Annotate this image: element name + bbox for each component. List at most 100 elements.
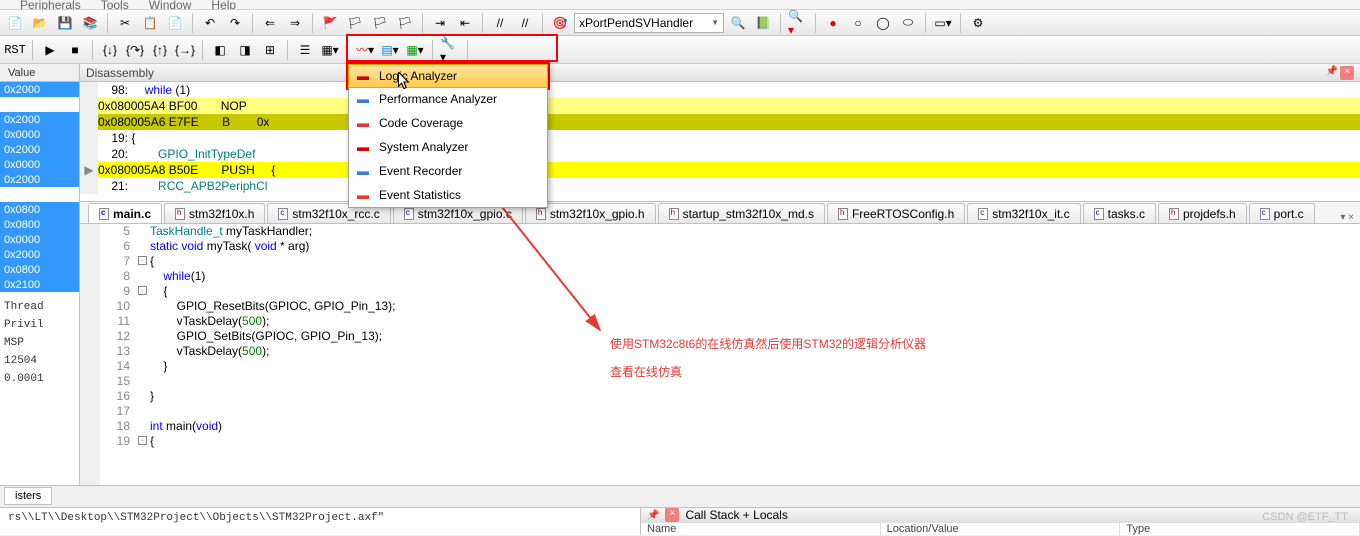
menu-item[interactable]: ▬Performance Analyzer bbox=[349, 87, 547, 111]
menu-item[interactable]: ▬Event Recorder bbox=[349, 159, 547, 183]
code-line[interactable]: 12 GPIO_SetBits(GPIOC, GPIO_Pin_13); bbox=[100, 329, 1360, 344]
window-icon[interactable]: ▭▾ bbox=[932, 12, 954, 34]
code-line[interactable]: 18int main(void) bbox=[100, 419, 1360, 434]
view2-icon[interactable]: ◨ bbox=[234, 39, 256, 61]
menu-item[interactable]: ▬Logic Analyzer bbox=[348, 64, 548, 88]
register-value[interactable]: 0x0800 bbox=[0, 217, 79, 232]
code-line[interactable]: 9- { bbox=[100, 284, 1360, 299]
prev-icon[interactable]: ⇐ bbox=[259, 12, 281, 34]
fold-gutter[interactable] bbox=[136, 404, 150, 419]
disasm-line[interactable]: 21: RCC_APB2PeriphCl IOC, ENABLE); bbox=[80, 178, 1360, 194]
tab-overflow[interactable]: ▾ × bbox=[1340, 212, 1360, 223]
register-value[interactable]: 0x2000 bbox=[0, 172, 79, 187]
cut-icon[interactable]: ✂ bbox=[114, 12, 136, 34]
book-icon[interactable]: 📗 bbox=[752, 12, 774, 34]
fold-gutter[interactable] bbox=[136, 329, 150, 344]
disasm-line[interactable]: ▶0x080005A8 B50E PUSH { bbox=[80, 162, 1360, 178]
file-tab[interactable]: startup_stm32f10x_md.s bbox=[658, 203, 825, 223]
register-value[interactable]: 0x2000 bbox=[0, 247, 79, 262]
fold-gutter[interactable] bbox=[136, 389, 150, 404]
gear-icon[interactable]: ⚙ bbox=[967, 12, 989, 34]
circle2-icon[interactable]: ◯ bbox=[872, 12, 894, 34]
register-value[interactable]: 0x2000 bbox=[0, 142, 79, 157]
code-line[interactable]: 19-{ bbox=[100, 434, 1360, 449]
code-line[interactable]: 5TaskHandle_t myTaskHandler; bbox=[100, 224, 1360, 239]
flag3-icon[interactable]: 🏳 bbox=[369, 12, 391, 34]
fold-gutter[interactable]: - bbox=[136, 284, 150, 299]
paste-icon[interactable]: 📄 bbox=[164, 12, 186, 34]
register-value[interactable]: 0x0000 bbox=[0, 232, 79, 247]
fold-gutter[interactable] bbox=[136, 224, 150, 239]
register-value[interactable] bbox=[0, 97, 79, 112]
register-value[interactable]: 0x2000 bbox=[0, 82, 79, 97]
reset-icon[interactable]: RST bbox=[4, 39, 26, 61]
file-tab[interactable]: stm32f10x.h bbox=[164, 203, 265, 223]
fold-gutter[interactable] bbox=[136, 299, 150, 314]
disasm-line[interactable]: 0x080005A4 BF00 NOP bbox=[80, 98, 1360, 114]
trace-icon[interactable]: ▤▾ bbox=[379, 39, 401, 61]
file-tab[interactable]: main.c bbox=[88, 203, 162, 223]
disasm-line[interactable]: 20: GPIO_InitTypeDef bbox=[80, 146, 1360, 162]
file-tab[interactable]: tasks.c bbox=[1083, 203, 1156, 223]
register-value[interactable] bbox=[0, 187, 79, 202]
menu-item[interactable]: ▬System Analyzer bbox=[349, 135, 547, 159]
file-tab[interactable]: projdefs.h bbox=[1158, 203, 1247, 223]
register-value[interactable]: 0x0000 bbox=[0, 157, 79, 172]
close-icon[interactable]: × bbox=[1340, 66, 1354, 80]
run-icon[interactable]: ▶ bbox=[39, 39, 61, 61]
search-icon[interactable]: 🔍 bbox=[727, 12, 749, 34]
copy-icon[interactable]: 📋 bbox=[139, 12, 161, 34]
regs-icon[interactable]: ▦▾ bbox=[319, 39, 341, 61]
pin-icon[interactable]: 📌 bbox=[1326, 66, 1338, 80]
undo-icon[interactable]: ↶ bbox=[199, 12, 221, 34]
view3-icon[interactable]: ⊞ bbox=[259, 39, 281, 61]
code-line[interactable]: 10 GPIO_ResetBits(GPIOC, GPIO_Pin_13); bbox=[100, 299, 1360, 314]
stepout-icon[interactable]: {↑} bbox=[149, 39, 171, 61]
analysis-menu-icon[interactable]: 〰▾ bbox=[354, 39, 376, 61]
function-combo[interactable]: xPortPendSVHandler ▼ bbox=[574, 13, 724, 33]
fold-gutter[interactable]: - bbox=[136, 434, 150, 449]
fold-gutter[interactable] bbox=[136, 314, 150, 329]
fold-gutter[interactable] bbox=[136, 269, 150, 284]
indent-icon[interactable]: ⇥ bbox=[429, 12, 451, 34]
outdent-icon[interactable]: ⇤ bbox=[454, 12, 476, 34]
menu-item[interactable]: ▬Event Statistics bbox=[349, 183, 547, 207]
fold-gutter[interactable]: - bbox=[136, 254, 150, 269]
open-icon[interactable]: 📂 bbox=[29, 12, 51, 34]
register-value[interactable]: 0x2100 bbox=[0, 277, 79, 292]
disasm-line[interactable]: 98: while (1) bbox=[80, 82, 1360, 98]
stepover-icon[interactable]: {↷} bbox=[124, 39, 146, 61]
registers-tab[interactable]: isters bbox=[4, 487, 52, 505]
register-value[interactable]: 0x0800 bbox=[0, 202, 79, 217]
disassembly-view[interactable]: 98: while (1)0x080005A4 BF00 NOP0x080005… bbox=[80, 82, 1360, 202]
register-value[interactable]: 0x2000 bbox=[0, 112, 79, 127]
uncomment-icon[interactable]: // bbox=[514, 12, 536, 34]
menu-item[interactable]: ▬Code Coverage bbox=[349, 111, 547, 135]
flag4-icon[interactable]: 🏳 bbox=[394, 12, 416, 34]
register-value[interactable]: 0x0000 bbox=[0, 127, 79, 142]
fold-gutter[interactable] bbox=[136, 344, 150, 359]
code-line[interactable]: 8 while(1) bbox=[100, 269, 1360, 284]
flag2-icon[interactable]: 🏳 bbox=[344, 12, 366, 34]
register-value[interactable]: 0x0800 bbox=[0, 262, 79, 277]
pin-icon[interactable]: 📌 bbox=[647, 510, 659, 521]
redo-icon[interactable]: ↷ bbox=[224, 12, 246, 34]
fold-gutter[interactable] bbox=[136, 239, 150, 254]
code-line[interactable]: 15 bbox=[100, 374, 1360, 389]
flag-icon[interactable]: 🚩 bbox=[319, 12, 341, 34]
code-line[interactable]: 7-{ bbox=[100, 254, 1360, 269]
fold-gutter[interactable] bbox=[136, 374, 150, 389]
disasm-icon[interactable]: ☰ bbox=[294, 39, 316, 61]
disasm-line[interactable]: 19: { bbox=[80, 130, 1360, 146]
code-line[interactable]: 6static void myTask( void * arg) bbox=[100, 239, 1360, 254]
stop-icon[interactable]: ■ bbox=[64, 39, 86, 61]
tools-icon[interactable]: 🔧▾ bbox=[439, 39, 461, 61]
circle-icon[interactable]: ○ bbox=[847, 12, 869, 34]
file-tab[interactable]: stm32f10x_it.c bbox=[967, 203, 1080, 223]
debug-icon[interactable]: 🔍▾ bbox=[787, 12, 809, 34]
saveall-icon[interactable]: 📚 bbox=[79, 12, 101, 34]
col-name[interactable]: Name bbox=[641, 523, 881, 536]
code-line[interactable]: 16} bbox=[100, 389, 1360, 404]
fold-gutter[interactable] bbox=[136, 419, 150, 434]
code-line[interactable]: 14 } bbox=[100, 359, 1360, 374]
